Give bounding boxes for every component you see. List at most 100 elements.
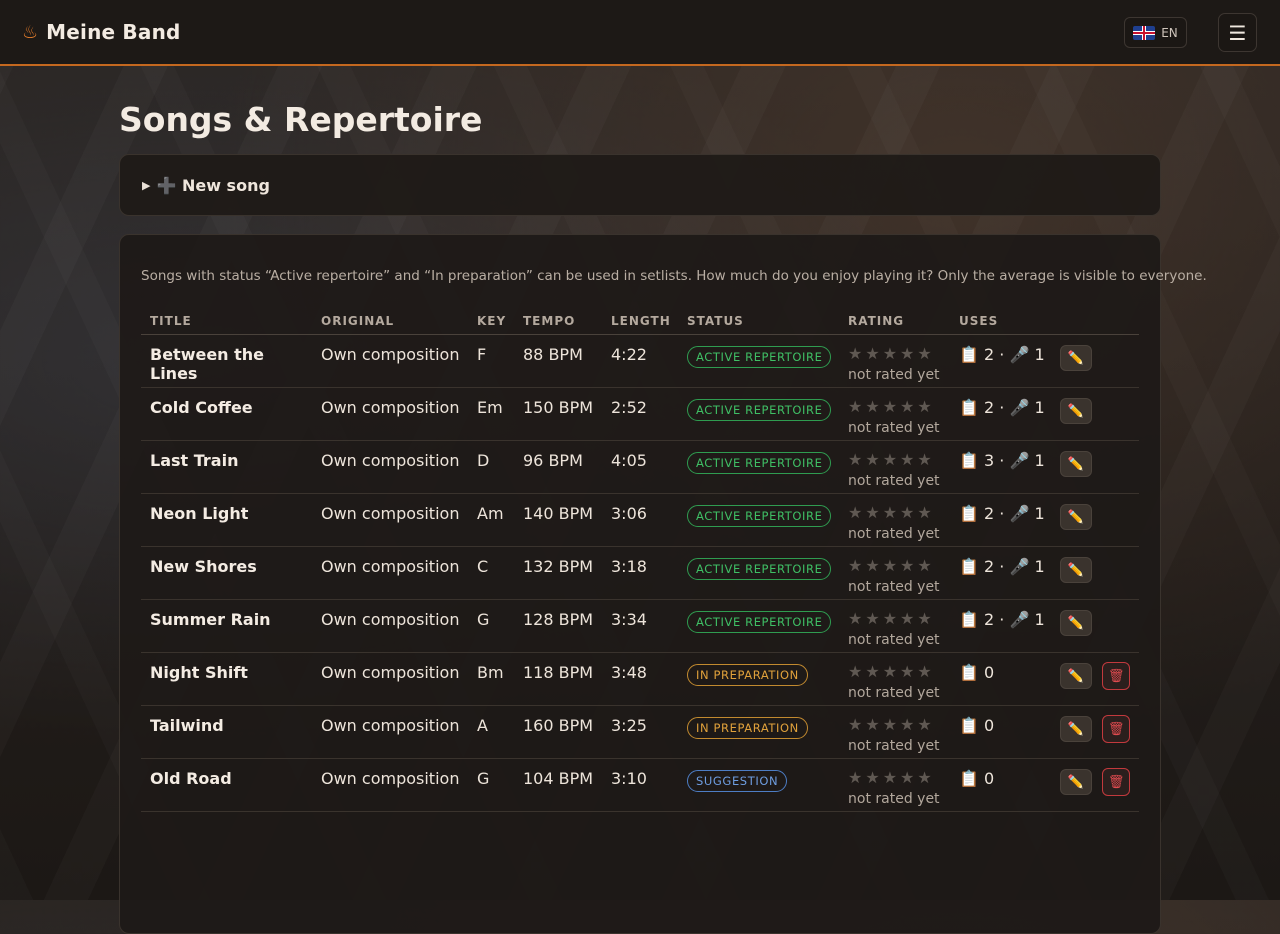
song-original: Own composition	[312, 334, 468, 388]
edit-button[interactable]: ✏️	[1060, 345, 1092, 371]
column-header-tempo[interactable]: TEMPO	[514, 307, 602, 335]
edit-button[interactable]: ✏️	[1060, 504, 1092, 530]
song-key: A	[468, 705, 514, 759]
song-rating-cell: ★★★★★ not rated yet	[839, 652, 950, 706]
column-header-status[interactable]: STATUS	[678, 307, 839, 335]
column-header-uses[interactable]: USES	[950, 307, 1050, 335]
song-length: 3:25	[602, 705, 678, 759]
status-badge: SUGGESTION	[687, 770, 788, 792]
status-badge: IN PREPARATION	[687, 717, 808, 739]
song-actions: ✏️	[1050, 493, 1139, 547]
star-rating[interactable]: ★★★★★	[848, 557, 950, 575]
status-badge: ACTIVE REPERTOIRE	[687, 452, 832, 474]
song-status-cell: SUGGESTION	[678, 758, 839, 812]
song-actions: ✏️	[1050, 387, 1139, 441]
song-title[interactable]: Between the Lines	[141, 334, 312, 388]
status-badge: IN PREPARATION	[687, 664, 808, 686]
star-rating[interactable]: ★★★★★	[848, 398, 950, 416]
song-title[interactable]: New Shores	[141, 546, 312, 600]
language-switch-button[interactable]: EN	[1124, 17, 1187, 48]
expand-triangle-icon: ▶	[142, 178, 151, 192]
songs-table: TITLE ORIGINAL KEY TEMPO LENGTH STATUS R…	[141, 307, 1139, 812]
edit-button[interactable]: ✏️	[1060, 769, 1092, 795]
hamburger-menu-button[interactable]: ☰	[1218, 13, 1257, 52]
column-header-length[interactable]: LENGTH	[602, 307, 678, 335]
song-title[interactable]: Last Train	[141, 440, 312, 494]
song-rating-cell: ★★★★★ not rated yet	[839, 546, 950, 600]
edit-button[interactable]: ✏️	[1060, 610, 1092, 636]
delete-button[interactable]: 🗑	[1102, 715, 1131, 743]
song-original: Own composition	[312, 705, 468, 759]
new-song-toggle[interactable]: ▶ ➕ New song	[119, 154, 1161, 216]
edit-button[interactable]: ✏️	[1060, 451, 1092, 477]
pencil-icon: ✏️	[1067, 509, 1085, 525]
language-label: EN	[1161, 25, 1178, 40]
pencil-icon: ✏️	[1067, 721, 1085, 737]
song-original: Own composition	[312, 493, 468, 547]
song-actions: ✏️	[1050, 546, 1139, 600]
song-row: Neon Light Own composition Am 140 BPM 3:…	[141, 493, 1139, 547]
star-rating[interactable]: ★★★★★	[848, 504, 950, 522]
song-row: Tailwind Own composition A 160 BPM 3:25 …	[141, 705, 1139, 759]
song-length: 3:06	[602, 493, 678, 547]
song-status-cell: ACTIVE REPERTOIRE	[678, 334, 839, 388]
column-header-rating[interactable]: RATING	[839, 307, 950, 335]
song-key: Em	[468, 387, 514, 441]
star-rating[interactable]: ★★★★★	[848, 716, 950, 734]
star-rating[interactable]: ★★★★★	[848, 663, 950, 681]
song-rating-cell: ★★★★★ not rated yet	[839, 493, 950, 547]
song-key: F	[468, 334, 514, 388]
song-title[interactable]: Night Shift	[141, 652, 312, 706]
song-key: D	[468, 440, 514, 494]
song-row: New Shores Own composition C 132 BPM 3:1…	[141, 546, 1139, 600]
rating-note: not rated yet	[848, 473, 940, 489]
song-actions: ✏️	[1050, 334, 1139, 388]
song-key: C	[468, 546, 514, 600]
star-rating[interactable]: ★★★★★	[848, 345, 950, 363]
star-rating[interactable]: ★★★★★	[848, 451, 950, 469]
song-uses: 📋 2 · 🎤 1	[950, 599, 1050, 653]
song-uses: 📋 3 · 🎤 1	[950, 440, 1050, 494]
star-rating[interactable]: ★★★★★	[848, 610, 950, 628]
song-title[interactable]: Summer Rain	[141, 599, 312, 653]
song-tempo: 128 BPM	[514, 599, 602, 653]
edit-button[interactable]: ✏️	[1060, 716, 1092, 742]
column-header-title[interactable]: TITLE	[141, 307, 312, 335]
flame-icon: ♨	[22, 21, 39, 43]
delete-button[interactable]: 🗑	[1102, 662, 1131, 690]
song-tempo: 140 BPM	[514, 493, 602, 547]
song-status-cell: ACTIVE REPERTOIRE	[678, 599, 839, 653]
column-header-original[interactable]: ORIGINAL	[312, 307, 468, 335]
song-uses: 📋 2 · 🎤 1	[950, 334, 1050, 388]
song-actions: ✏️ 🗑	[1050, 758, 1139, 812]
song-title[interactable]: Old Road	[141, 758, 312, 812]
trash-icon: 🗑	[1107, 668, 1125, 684]
edit-button[interactable]: ✏️	[1060, 557, 1092, 583]
rating-note: not rated yet	[848, 685, 940, 701]
edit-button[interactable]: ✏️	[1060, 398, 1092, 424]
song-title[interactable]: Tailwind	[141, 705, 312, 759]
song-actions: ✏️ 🗑	[1050, 705, 1139, 759]
song-actions: ✏️	[1050, 440, 1139, 494]
delete-button[interactable]: 🗑	[1102, 768, 1131, 796]
song-original: Own composition	[312, 387, 468, 441]
song-title[interactable]: Neon Light	[141, 493, 312, 547]
song-title[interactable]: Cold Coffee	[141, 387, 312, 441]
song-uses: 📋 2 · 🎤 1	[950, 493, 1050, 547]
brand-name: Meine Band	[46, 20, 181, 44]
song-original: Own composition	[312, 758, 468, 812]
rating-note: not rated yet	[848, 420, 940, 436]
song-length: 3:18	[602, 546, 678, 600]
song-length: 3:10	[602, 758, 678, 812]
pencil-icon: ✏️	[1067, 615, 1085, 631]
column-header-key[interactable]: KEY	[468, 307, 514, 335]
song-status-cell: ACTIVE REPERTOIRE	[678, 546, 839, 600]
song-key: G	[468, 758, 514, 812]
song-tempo: 96 BPM	[514, 440, 602, 494]
edit-button[interactable]: ✏️	[1060, 663, 1092, 689]
pencil-icon: ✏️	[1067, 668, 1085, 684]
song-original: Own composition	[312, 546, 468, 600]
brand-link[interactable]: ♨ Meine Band	[22, 20, 181, 44]
star-rating[interactable]: ★★★★★	[848, 769, 950, 787]
songs-panel: Songs with status “Active repertoire” an…	[119, 234, 1207, 934]
